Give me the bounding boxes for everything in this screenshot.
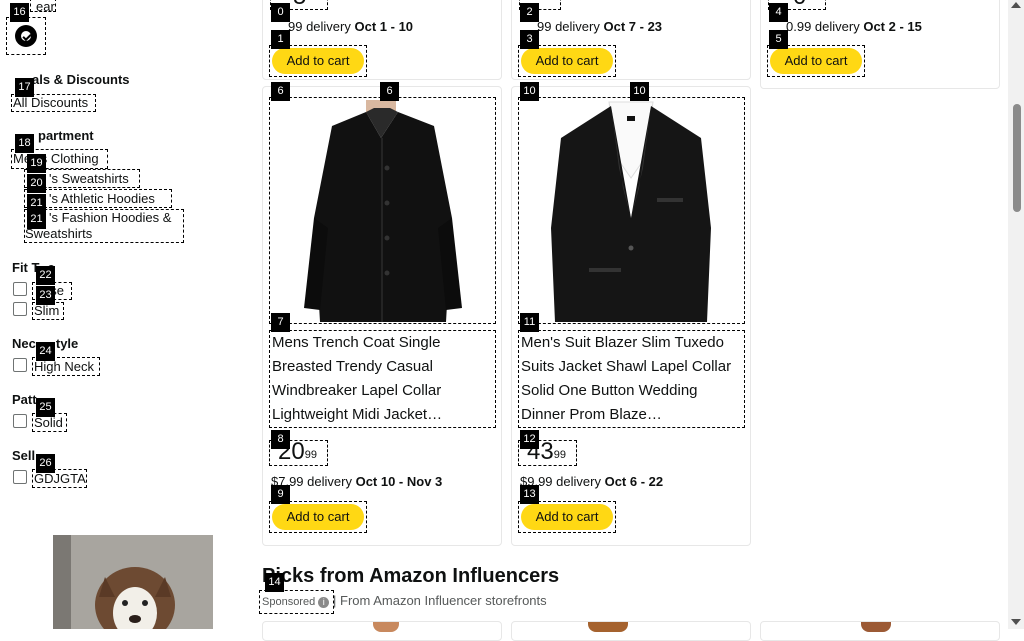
- product-title-link-trench-coat[interactable]: Mens Trench Coat Single Breasted Trendy …: [269, 330, 496, 428]
- badge: 10: [630, 82, 649, 101]
- product-title[interactable]: Mens Trench Coat Single Breasted Trendy …: [270, 331, 495, 427]
- badge: 20: [27, 174, 46, 193]
- dept-fashion-hoodies-line1: 's Fashion Hoodies &: [49, 210, 172, 225]
- badge: 1: [271, 30, 290, 49]
- dept-fashion-hoodies-link[interactable]: 's Fashion Hoodies & Sweatshirts: [24, 209, 184, 243]
- badge: 7: [271, 313, 290, 332]
- influencers-heading: Picks from Amazon Influencers: [262, 565, 560, 587]
- badge: 24: [36, 342, 55, 361]
- badge: 13: [520, 485, 539, 504]
- scroll-down-arrow-icon[interactable]: [1011, 619, 1021, 625]
- sponsored-label[interactable]: Sponsored i: [259, 590, 334, 614]
- badge: 18: [15, 134, 34, 153]
- badge: 2: [520, 3, 539, 22]
- add-to-cart-button[interactable]: Add to cart: [272, 48, 364, 74]
- badge: 12: [520, 430, 539, 449]
- dog-image: [53, 535, 213, 629]
- fit-loose-checkbox[interactable]: [13, 282, 27, 296]
- add-to-cart-button[interactable]: Add to cart: [272, 504, 364, 530]
- product-delivery-suit-blazer: $9.99 delivery Oct 6 - 22: [520, 474, 664, 489]
- add-to-cart-button[interactable]: Add to cart: [770, 48, 862, 74]
- deals-heading: als & Discounts: [32, 72, 130, 87]
- influencers-subtext: | From Amazon Influencer storefronts: [333, 593, 547, 608]
- seller-heading: Sell: [12, 448, 36, 463]
- add-to-cart-button[interactable]: Add to cart: [521, 504, 613, 530]
- badge: 5: [769, 30, 788, 49]
- add-to-cart-frame-top-3[interactable]: Add to cart: [767, 45, 865, 77]
- product-delivery-trench-coat: $7.99 delivery Oct 10 - Nov 3: [271, 474, 443, 489]
- scrollbar-thumb[interactable]: [1013, 104, 1021, 212]
- info-icon[interactable]: i: [318, 596, 330, 608]
- top-delivery-3: 0.99 delivery Oct 2 - 15: [786, 19, 922, 34]
- product-title-link-suit-blazer[interactable]: Men's Suit Blazer Slim Tuxedo Suits Jack…: [518, 330, 745, 428]
- check-circle-icon: [15, 25, 37, 47]
- badge: 16: [10, 3, 29, 22]
- influencer-card-2[interactable]: [511, 621, 751, 641]
- badge: 3: [520, 30, 539, 49]
- pattern-solid-checkbox[interactable]: [13, 414, 27, 428]
- add-to-cart-frame-top-2[interactable]: Add to cart: [518, 45, 616, 77]
- badge: 25: [36, 398, 55, 417]
- influencer-card-3[interactable]: [760, 621, 1000, 641]
- partial-filter-box[interactable]: [30, 0, 56, 12]
- badge: 11: [520, 313, 539, 332]
- badge: 6: [380, 82, 399, 101]
- selected-filter-toggle[interactable]: [6, 17, 46, 55]
- add-to-cart-frame-suit-blazer[interactable]: Add to cart: [518, 501, 616, 533]
- neck-high-checkbox[interactable]: [13, 358, 27, 372]
- scroll-up-arrow-icon[interactable]: [1011, 2, 1021, 8]
- badge: 21: [27, 210, 46, 229]
- badge: 19: [27, 154, 46, 173]
- top-delivery-1: 99 delivery Oct 1 - 10: [288, 19, 414, 34]
- sponsored-ad-image[interactable]: [53, 535, 213, 629]
- badge: 0: [271, 3, 290, 22]
- badge: 4: [769, 3, 788, 22]
- department-heading: partment: [38, 128, 94, 143]
- vertical-scrollbar[interactable]: [1008, 0, 1024, 629]
- trench-coat-image: [270, 98, 494, 322]
- add-to-cart-button[interactable]: Add to cart: [521, 48, 613, 74]
- seller-gdjgta-checkbox[interactable]: [13, 470, 27, 484]
- fit-slim-checkbox[interactable]: [13, 302, 27, 316]
- dept-athletic-hoodies-link[interactable]: 's Athletic Hoodies: [24, 189, 172, 208]
- badge: 14: [265, 573, 284, 592]
- badge: 23: [36, 286, 55, 305]
- badge: 17: [15, 78, 34, 97]
- top-delivery-2: 99 delivery Oct 7 - 23: [537, 19, 663, 34]
- pattern-heading: Patt: [12, 392, 37, 407]
- badge: 9: [271, 485, 290, 504]
- add-to-cart-frame-top-1[interactable]: Add to cart: [269, 45, 367, 77]
- suit-blazer-image: [519, 98, 743, 322]
- product-image-suit-blazer[interactable]: [518, 97, 745, 324]
- product-title[interactable]: Men's Suit Blazer Slim Tuxedo Suits Jack…: [519, 331, 744, 427]
- badge: 10: [520, 82, 539, 101]
- badge: 6: [271, 82, 290, 101]
- influencer-card-1[interactable]: [262, 621, 502, 641]
- badge: 8: [271, 430, 290, 449]
- add-to-cart-frame-trench-coat[interactable]: Add to cart: [269, 501, 367, 533]
- product-image-trench-coat[interactable]: [269, 97, 496, 324]
- badge: 22: [36, 266, 55, 285]
- badge: 26: [36, 454, 55, 473]
